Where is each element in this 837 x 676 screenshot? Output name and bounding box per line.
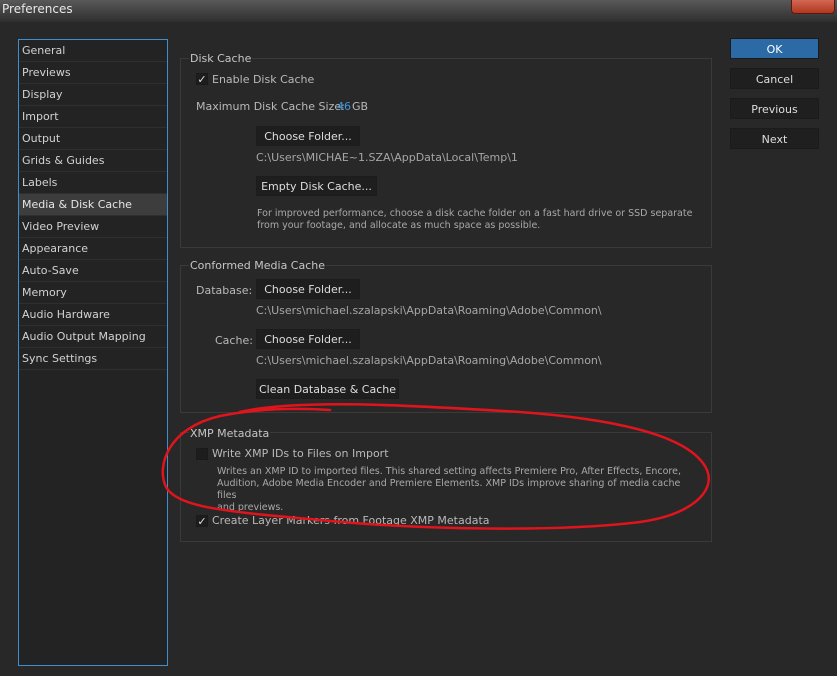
- close-window-button[interactable]: [791, 0, 835, 14]
- disk-cache-title: Disk Cache: [189, 52, 253, 65]
- xmp-metadata-title: XMP Metadata: [189, 427, 271, 440]
- category-list[interactable]: General Previews Display Import Output G…: [18, 39, 168, 666]
- cache-path: C:\Users\michael.szalapski\AppData\Roami…: [256, 354, 602, 367]
- title-bar: Preferences: [0, 0, 837, 22]
- layer-markers-label: Create Layer Markers from Footage XMP Me…: [212, 514, 490, 527]
- sidebar-item-memory[interactable]: Memory: [19, 282, 167, 304]
- checkmark-icon: ✓: [197, 73, 207, 86]
- sidebar-item-labels[interactable]: Labels: [19, 172, 167, 194]
- xmp-description: Writes an XMP ID to imported files. This…: [217, 466, 697, 514]
- enable-disk-cache-label: Enable Disk Cache: [212, 73, 315, 86]
- choose-disk-cache-folder-button[interactable]: Choose Folder...: [256, 126, 360, 146]
- xmp-description-line: Audition, Adobe Media Encoder and Premie…: [217, 478, 681, 501]
- xmp-description-line: Writes an XMP ID to imported files. This…: [217, 466, 681, 477]
- window-title: Preferences: [2, 2, 73, 16]
- choose-cache-folder-button[interactable]: Choose Folder...: [256, 329, 360, 349]
- sidebar-item-auto-save[interactable]: Auto-Save: [19, 260, 167, 282]
- clean-database-cache-button[interactable]: Clean Database & Cache: [256, 379, 399, 399]
- previous-button[interactable]: Previous: [730, 98, 819, 119]
- disk-cache-path: C:\Users\MICHAE~1.SZA\AppData\Local\Temp…: [256, 151, 518, 164]
- sidebar-item-previews[interactable]: Previews: [19, 62, 167, 84]
- preferences-dialog: General Previews Display Import Output G…: [0, 22, 837, 676]
- disk-cache-help-text: For improved performance, choose a disk …: [257, 208, 697, 232]
- sidebar-item-output[interactable]: Output: [19, 128, 167, 150]
- enable-disk-cache-checkbox[interactable]: ✓: [196, 73, 208, 85]
- cache-label: Cache:: [215, 334, 253, 347]
- sidebar-item-audio-output-mapping[interactable]: Audio Output Mapping: [19, 326, 167, 348]
- write-xmp-ids-label: Write XMP IDs to Files on Import: [212, 447, 389, 460]
- choose-database-folder-button[interactable]: Choose Folder...: [256, 279, 360, 299]
- next-button[interactable]: Next: [730, 128, 819, 149]
- sidebar-item-import[interactable]: Import: [19, 106, 167, 128]
- empty-disk-cache-button[interactable]: Empty Disk Cache...: [256, 176, 377, 196]
- sidebar-item-media-disk-cache[interactable]: Media & Disk Cache: [19, 194, 167, 216]
- cancel-button[interactable]: Cancel: [730, 68, 819, 89]
- database-path: C:\Users\michael.szalapski\AppData\Roami…: [256, 304, 602, 317]
- database-label: Database:: [196, 284, 253, 297]
- sidebar-item-video-preview[interactable]: Video Preview: [19, 216, 167, 238]
- max-cache-size-value[interactable]: 46: [337, 100, 351, 113]
- conformed-media-cache-title: Conformed Media Cache: [189, 259, 327, 272]
- sidebar-item-audio-hardware[interactable]: Audio Hardware: [19, 304, 167, 326]
- checkmark-icon: ✓: [197, 515, 207, 528]
- write-xmp-ids-checkbox[interactable]: [196, 448, 208, 460]
- disk-cache-help-line: from your footage, and allocate as much …: [257, 220, 541, 231]
- max-cache-size-label: Maximum Disk Cache Size:: [196, 100, 345, 113]
- sidebar-item-sync-settings[interactable]: Sync Settings: [19, 348, 167, 370]
- sidebar-item-display[interactable]: Display: [19, 84, 167, 106]
- sidebar-item-grids-guides[interactable]: Grids & Guides: [19, 150, 167, 172]
- ok-button[interactable]: OK: [730, 38, 819, 59]
- sidebar-item-general[interactable]: General: [19, 40, 167, 62]
- max-cache-size-unit: GB: [352, 100, 369, 113]
- disk-cache-help-line: For improved performance, choose a disk …: [257, 208, 693, 219]
- layer-markers-checkbox[interactable]: ✓: [196, 515, 208, 527]
- sidebar-item-appearance[interactable]: Appearance: [19, 238, 167, 260]
- xmp-description-line: and previews.: [217, 502, 284, 513]
